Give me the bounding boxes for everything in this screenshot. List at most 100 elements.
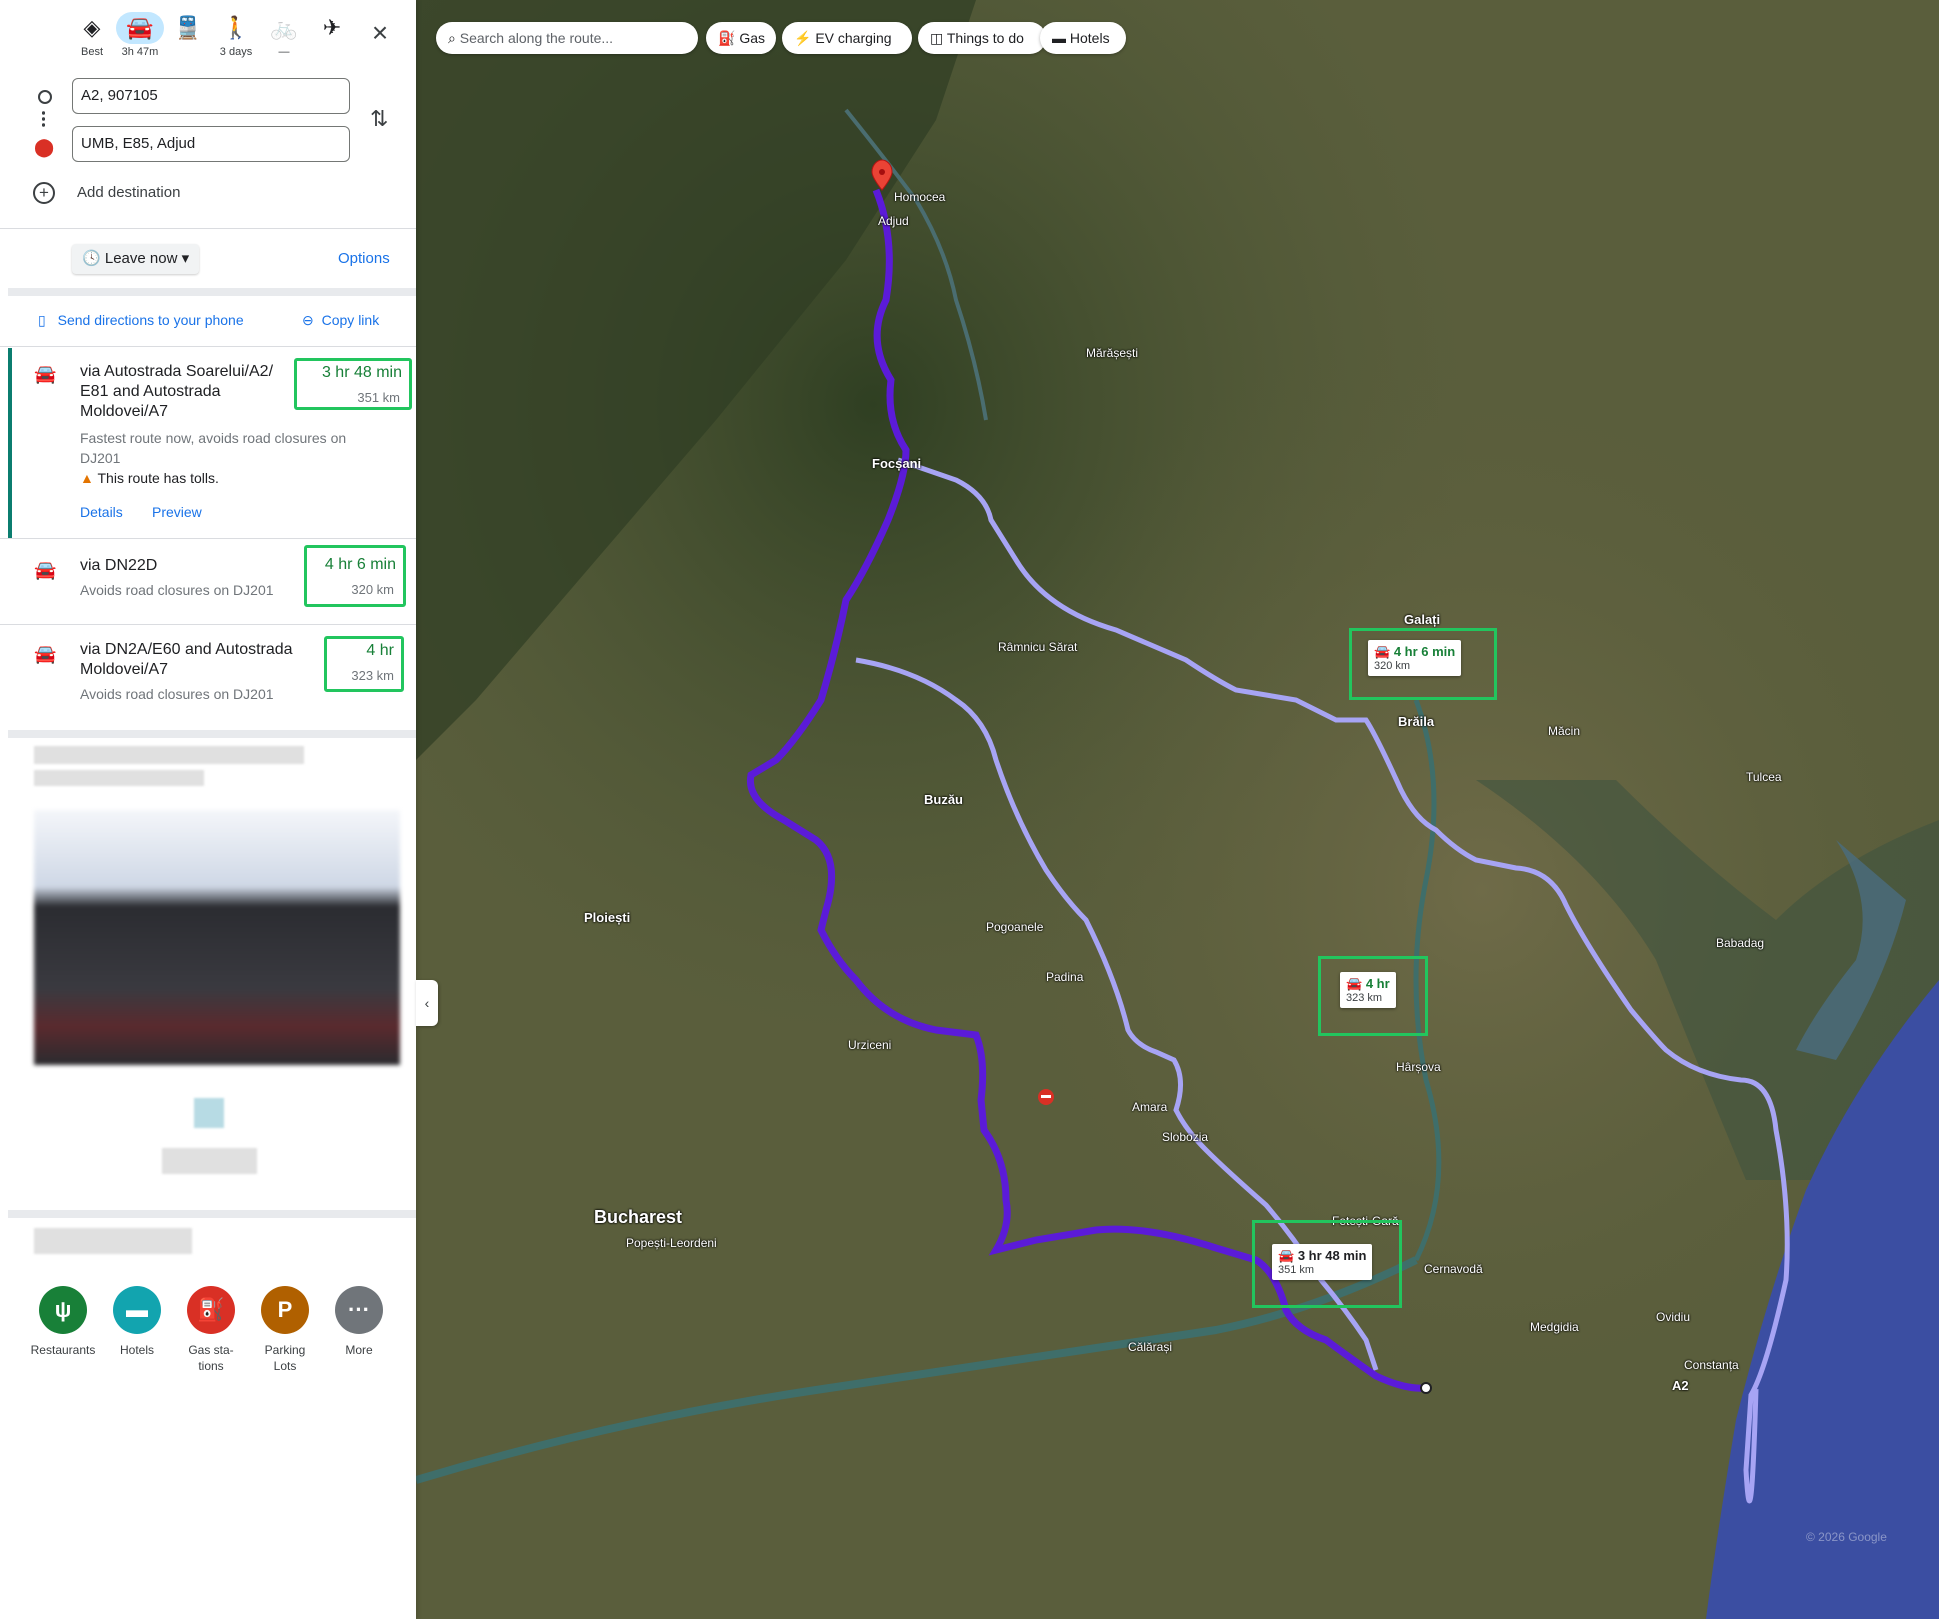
city-label: Buzău [924,792,963,807]
chip-label: Hotels [1069,30,1110,46]
destination-pin-icon: ⬤ [34,137,55,157]
city-label: Focșani [872,456,922,471]
highlight-box [1349,628,1497,700]
train-icon: 🚆 [174,15,202,40]
city-label: Slobozia [1162,1130,1209,1144]
chip-label: EV charging [815,30,892,46]
chip-things-to-do[interactable]: ◫ Things to do [918,22,1046,54]
chip-label: Things to do [946,30,1024,46]
section-divider [8,288,416,296]
chip-hotels[interactable]: ▬ Hotels [1040,22,1126,54]
add-destination-button[interactable]: + Add destination [33,182,180,204]
city-label: Ploiești [584,910,631,925]
category-label: Gas sta- tions [188,1343,234,1373]
mode-flights[interactable]: ✈ [302,12,362,68]
city-label: Mărășești [1086,346,1139,360]
category-label: Hotels [119,1343,154,1357]
category-more[interactable]: ··· More [322,1286,396,1358]
city-label: Bucharest [594,1207,683,1227]
category-restaurants[interactable]: ψ Restaurants [26,1286,100,1358]
city-label: Brăila [1398,714,1435,729]
route-note: Avoids road closures on DJ201 [80,686,274,702]
bed-icon: ▬ [1052,30,1070,46]
leave-now-label: Leave now [104,250,178,267]
warning-icon: ▲ [80,470,94,486]
clock-icon: 🕓 [82,250,101,267]
destination-input[interactable]: UMB, E85, Adjud [72,126,350,162]
city-label: Amara [1132,1100,1168,1114]
city-label: Galați [1404,612,1441,627]
city-label: Popești-Leordeni [626,1236,717,1250]
travel-mode-bar: ◈ Best 🚘 3h 47m 🚆 🚶 3 days 🚲 — ✈ × [0,0,416,70]
plane-icon: ✈ [322,15,342,40]
category-gas-stations[interactable]: ⛽ Gas sta- tions [174,1286,248,1374]
divider [0,538,416,539]
fork-knife-icon: ψ [39,1286,87,1334]
city-label: Hârșova [1396,1060,1441,1074]
search-along-route-input[interactable]: ⌕ Search along the route... [436,22,698,54]
link-icon: ⊖ [302,312,314,328]
blurred-text [34,770,204,786]
blurred-icon [194,1098,224,1128]
car-icon: 🚘 [34,560,57,580]
search-placeholder: Search along the route... [459,30,614,46]
route-note: Fastest route now, avoids road closures … [80,430,347,466]
route-option-3[interactable]: 🚘 via DN2A/E60 and Autostrada Moldovei/A… [8,626,416,736]
map-watermark: © 2026 Google [1806,1530,1887,1544]
city-label: Homocea [894,190,946,204]
highlight-box [294,358,412,410]
city-label: Măcin [1548,724,1581,738]
chip-ev-charging[interactable]: ⚡ EV charging [782,22,912,54]
divider [0,228,416,229]
map-canvas[interactable]: Bucharest Popești-Leordeni Galați Brăila… [416,0,1939,1619]
gas-pump-icon: ⛽ [187,1286,235,1334]
city-label: Medgidia [1530,1320,1579,1334]
more-icon: ··· [335,1286,383,1334]
copy-link-label: Copy link [321,312,380,328]
divider [0,624,416,625]
route-option-1[interactable]: 🚘 via Autostrada Soarelui/A2/ E81 and Au… [8,348,416,538]
origin-circle-icon [38,90,52,104]
chip-gas[interactable]: ⛽ Gas [706,22,776,54]
options-link[interactable]: Options [338,250,390,267]
copy-link-button[interactable]: ⊖ Copy link [302,312,379,329]
origin-input[interactable]: A2, 907105 [72,78,350,114]
close-icon[interactable]: × [365,18,395,48]
gas-pump-icon: ⛽ [718,30,740,46]
city-label: Padina [1046,970,1084,984]
phone-icon: ▯ [38,312,46,328]
collapse-panel-button[interactable]: ‹ [416,980,438,1026]
leave-now-dropdown[interactable]: 🕓 Leave now ▾ [72,244,200,274]
highlight-box [324,636,404,692]
preview-link[interactable]: Preview [152,504,202,520]
city-label: Călărași [1128,1340,1173,1354]
parking-icon: P [261,1286,309,1334]
highlight-box [1252,1220,1402,1308]
category-hotels[interactable]: ▬ Hotels [100,1286,174,1358]
origin-marker [1420,1382,1432,1394]
category-parking[interactable]: P Parking Lots [248,1286,322,1374]
city-label: Cernavodă [1424,1262,1483,1276]
divider [0,346,416,347]
city-label: Pogoanele [986,920,1044,934]
waypoint-dots-icon [42,110,45,128]
section-divider [8,1210,416,1218]
section-divider [8,730,416,738]
bed-icon: ▬ [113,1286,161,1334]
city-label: Râmnicu Sărat [998,640,1078,654]
city-label: Constanța [1684,1358,1739,1372]
route-title: via Autostrada Soarelui/A2/ E81 and Auto… [80,363,274,420]
send-to-phone-link[interactable]: ▯ Send directions to your phone [38,312,244,329]
route-option-2[interactable]: 🚘 via DN22D Avoids road closures on DJ20… [8,540,416,624]
category-label: Restaurants [30,1343,96,1357]
city-label: Tulcea [1746,770,1782,784]
swap-icon[interactable]: ⇅ [370,106,388,132]
send-to-phone-label: Send directions to your phone [57,312,244,328]
details-link[interactable]: Details [80,504,123,520]
highlight-box [1318,956,1428,1036]
plus-icon: + [33,182,55,204]
route-title: via DN2A/E60 and Autostrada Moldovei/A7 [80,641,293,678]
car-icon: 🚘 [34,364,57,384]
chevron-down-icon: ▾ [181,250,190,267]
category-label: Parking Lots [264,1343,306,1373]
